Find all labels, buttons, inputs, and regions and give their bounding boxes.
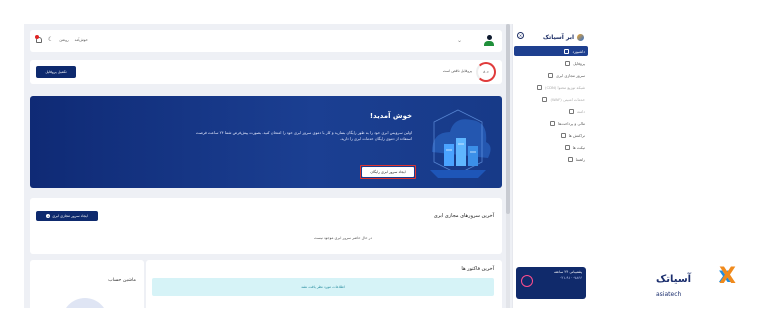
plus-icon: + [46,214,51,218]
sidebar-item-label: تراکنش ها [568,132,585,138]
sidebar-item-label: خدمات امنیتی (WAF) [550,96,585,102]
sidebar-item-help[interactable]: راهنما [514,154,588,164]
watermark-sub: asiatech [656,291,682,298]
sidebar-item-finance[interactable]: مالی و پرداخت‌ها [514,118,588,128]
sidebar-item-waf[interactable]: خدمات امنیتی (WAF) [514,94,588,104]
invoices-empty-alert: اطلاعات مورد نظر یافت نشد [152,278,494,296]
brand-name: ابر آسیاتک [542,33,574,41]
shield-icon [542,96,548,102]
home-icon [564,48,570,54]
welcome-description: اولین سرویس ابری خود را به طور رایگان بس… [195,130,412,141]
sidebar-item-domain[interactable]: دامنه [514,106,588,116]
sidebar-item-label: داشبورد [572,48,585,54]
asiatech-watermark: X X آسیاتک asiatech [652,266,742,306]
sidebar-item-cdn[interactable]: شبکه توزیع محتوا (CDN) [514,82,588,92]
complete-profile-button[interactable]: تکمیل پروفایل [36,66,76,78]
sidebar-item-dashboard[interactable]: داشبورد [514,46,588,56]
sidebar-item-profile[interactable]: پروفایل [514,58,588,68]
invoices-empty-text: اطلاعات مورد نظر یافت نشد [301,285,345,289]
welcome-banner: خوش آمدید! اولین سرویس ابری خود را به طو… [30,96,502,188]
sidebar-item-label: پروفایل [573,60,585,66]
create-free-server-button[interactable]: ایجاد سرور ابری رایگان [362,167,414,177]
sidebar-item-label: مالی و پرداخت‌ها [558,120,585,126]
free-cloud-server-highlight: ایجاد سرور ابری رایگان [360,165,416,179]
topbar-tools: ☾ روشن خوش‌آمد [35,34,88,43]
ticket-icon [564,144,570,150]
sidebar-item-label: سرور مجازی ابری [556,72,585,78]
calculator-illustration [62,298,108,308]
scrollbar[interactable] [506,24,510,308]
calculator-card: ماشین حساب [30,260,144,308]
calculator-title: ماشین حساب [108,278,136,283]
support-promo[interactable]: پشتیبانی ۲۴ ساعته ۰۲۱-۹۱۰۰۷۸۶۶ [516,267,586,299]
latest-servers-title: آخرین سرورهای مجازی ابری [433,213,494,219]
user-icon [565,60,571,66]
servers-empty-text: در حال حاضر سرور ابری موجود نیست [313,236,372,240]
chevron-down-icon[interactable]: ⌄ [457,37,462,44]
sidebar-item-label: تیکت ها [572,144,585,150]
notification-dot [35,34,39,39]
sidebar-item-label: دامنه [577,108,585,114]
top-bar: ☾ روشن خوش‌آمد ⌄ [30,30,502,52]
welcome-title: خوش آمدید! [369,112,412,120]
scrollbar-thumb[interactable] [506,24,510,214]
latest-invoices-card: آخرین فاکتور ها اطلاعات مورد نظر یافت نش… [146,260,502,308]
cloud-server-illustration [430,109,491,178]
globe-icon [569,108,575,114]
sidebar-item-label: راهنما [575,156,585,162]
latest-invoices-title: آخرین فاکتور ها [461,266,494,272]
user-menu-label[interactable]: خوش‌آمد [75,38,88,42]
wallet-icon [550,120,556,126]
avatar[interactable] [484,35,494,47]
server-icon [548,72,554,78]
brand-logo-icon [577,33,584,41]
sidebar-menu: داشبورد پروفایل سرور مجازی ابری شبکه توز… [514,46,588,166]
watermark-logo-orange: X [719,264,736,289]
profile-card: تکمیل پروفایل ۸۰٪ پروفایل ناقص است [30,60,502,84]
sidebar: × ابر آسیاتک داشبورد پروفایل سرور مجازی … [512,24,590,308]
sidebar-item-cloud-server[interactable]: سرور مجازی ابری [514,70,588,80]
transaction-icon [560,132,566,138]
create-cloud-server-label: ایجاد سرور مجازی ابری [52,214,88,218]
profile-status-text: پروفایل ناقص است [442,69,472,73]
browser-viewport: ☾ روشن خوش‌آمد ⌄ تکمیل پروفایل ۸۰٪ پروفا… [24,24,590,308]
latest-servers-card: آخرین سرورهای مجازی ابری ایجاد سرور مجاز… [30,198,502,254]
support-title: پشتیبانی ۲۴ ساعته [554,270,582,274]
moon-icon[interactable]: ☾ [48,36,53,43]
help-icon [567,156,573,162]
watermark-word: آسیاتک [656,274,692,285]
profile-progress-ring: ۸۰٪ [476,62,496,82]
sidebar-item-label: شبکه توزیع محتوا (CDN) [544,84,585,90]
headphones-icon [521,275,533,287]
bell-icon[interactable] [35,34,42,43]
sidebar-item-transactions[interactable]: تراکنش ها [514,130,588,140]
theme-toggle[interactable]: روشن [59,38,68,42]
cdn-icon [536,84,542,90]
brand[interactable]: ابر آسیاتک [518,30,584,44]
create-cloud-server-button[interactable]: ایجاد سرور مجازی ابری + [36,211,98,221]
sidebar-item-tickets[interactable]: تیکت ها [514,142,588,152]
